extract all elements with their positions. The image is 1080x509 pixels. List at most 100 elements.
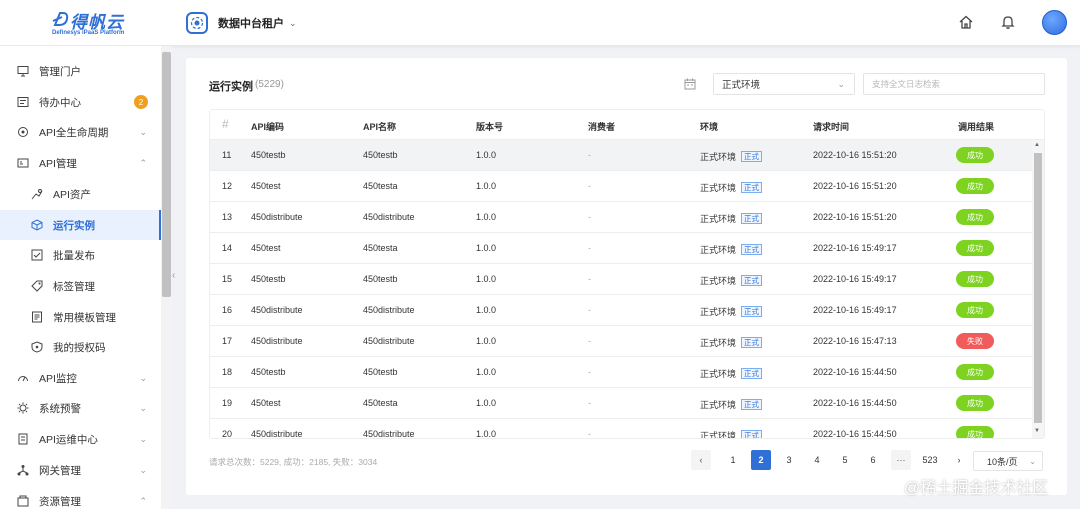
- sidebar-item-api-monitor[interactable]: API监控 ⌄: [0, 363, 161, 393]
- logo[interactable]: 得帆云 Definesys iPaaS Platform: [52, 8, 152, 40]
- page-button[interactable]: 5: [835, 450, 855, 470]
- main-panel: 运行实例 (5229) 正式环境 ⌄ # API编码 API名称 版本号 消费者…: [186, 58, 1067, 495]
- todo-icon: [17, 97, 29, 107]
- cell-consumer: -: [588, 181, 591, 191]
- next-page-button[interactable]: ›: [949, 450, 969, 470]
- more-pages-button[interactable]: ···: [891, 450, 911, 470]
- sidebar-item-gateway[interactable]: 网关管理 ⌄: [0, 455, 161, 485]
- table-header: # API编码 API名称 版本号 消费者 环境 请求时间 调用结果: [210, 110, 1044, 140]
- sidebar-item-portal[interactable]: 管理门户: [0, 56, 161, 86]
- page-button[interactable]: 1: [723, 450, 743, 470]
- cell-index-text: 18: [222, 367, 233, 377]
- result-success-badge: 成功: [956, 147, 994, 163]
- cell-consumer: -: [588, 398, 591, 408]
- sidebar-item-template-management[interactable]: 常用模板管理: [0, 302, 161, 332]
- cell-environment: 正式环境 正式: [700, 367, 763, 380]
- page-size-select[interactable]: 10条/页 ⌄: [973, 451, 1043, 471]
- cell-version: 1.0.0: [476, 150, 496, 160]
- cell-api-name-text: 450testa: [363, 398, 398, 408]
- table-row[interactable]: 20 450distribute 450distribute 1.0.0 - 正式环境 正式…: [210, 419, 1032, 439]
- page-button-current[interactable]: 2: [751, 450, 771, 470]
- cell-request-time: 2022-10-16 15:49:17: [813, 243, 897, 253]
- sidebar-item-api-ops[interactable]: API运维中心 ⌄: [0, 424, 161, 454]
- cell-consumer: -: [588, 243, 591, 253]
- tenant-switcher[interactable]: 数据中台租户 ⌄: [186, 12, 297, 34]
- table-row[interactable]: 16 450distribute 450distribute 1.0.0 - 正式环境 正式…: [210, 295, 1032, 326]
- table-scrollbar-thumb[interactable]: [1034, 153, 1042, 423]
- table-row[interactable]: 13 450distribute 450distribute 1.0.0 - 正式环境 正式…: [210, 202, 1032, 233]
- result-success-badge: 成功: [956, 271, 994, 287]
- calendar-icon[interactable]: [684, 78, 696, 90]
- cell-consumer: -: [588, 429, 591, 439]
- table-row[interactable]: 12 450test 450testa 1.0.0 - 正式环境 正式 2022-10-16 …: [210, 171, 1032, 202]
- cell-request-time-text: 2022-10-16 15:51:20: [813, 212, 897, 222]
- collapse-sidebar-icon[interactable]: ‹: [172, 270, 175, 281]
- scroll-up-icon[interactable]: ▲: [1034, 142, 1040, 148]
- sidebar-item-running-instances[interactable]: 运行实例: [0, 210, 161, 240]
- table-row[interactable]: 18 450testb 450testb 1.0.0 - 正式环境 正式 2022-10-16…: [210, 357, 1032, 388]
- table-row[interactable]: 14 450test 450testa 1.0.0 - 正式环境 正式 2022-10-16 …: [210, 233, 1032, 264]
- sidebar-item-resource[interactable]: 资源管理 ⌃: [0, 486, 161, 509]
- top-header: 得帆云 Definesys iPaaS Platform 数据中台租户 ⌄: [0, 0, 1080, 46]
- cell-index-text: 17: [222, 336, 233, 346]
- cell-api-code: 450distribute: [251, 336, 303, 346]
- cell-api-name-text: 450testa: [363, 243, 398, 253]
- environment-select[interactable]: 正式环境 ⌄: [713, 73, 855, 95]
- sidebar-item-label: 系统预警: [39, 402, 81, 415]
- cell-environment: 正式环境 正式: [700, 181, 763, 194]
- cell-version: 1.0.0: [476, 429, 496, 438]
- cell-api-code-text: 450distribute: [251, 429, 303, 439]
- page-button[interactable]: 6: [863, 450, 883, 470]
- avatar[interactable]: [1042, 10, 1067, 35]
- page-button[interactable]: 4: [807, 450, 827, 470]
- sidebar-item-api-management[interactable]: API管理 ⌃: [0, 148, 161, 178]
- chevron-up-icon: ⌃: [139, 157, 147, 168]
- sidebar-item-system-alert[interactable]: 系统预警 ⌄: [0, 393, 161, 423]
- sidebar-item-auth-code[interactable]: 我的授权码: [0, 332, 161, 362]
- logo-subtitle: Definesys iPaaS Platform: [52, 30, 125, 36]
- cell-index: 19: [222, 398, 232, 408]
- result-success-badge: 成功: [956, 364, 994, 380]
- sidebar-item-label: 标签管理: [53, 280, 95, 293]
- cell-request-time: 2022-10-16 15:47:13: [813, 336, 897, 346]
- page-button[interactable]: 3: [779, 450, 799, 470]
- monitor-icon: [17, 66, 29, 77]
- cell-consumer: -: [588, 212, 591, 222]
- sidebar-item-api-lifecycle[interactable]: API全生命周期 ⌄: [0, 117, 161, 147]
- scroll-down-icon[interactable]: ▼: [1034, 428, 1040, 434]
- table-row[interactable]: 17 450distribute 450distribute 1.0.0 - 正式环境 正式…: [210, 326, 1032, 357]
- cube-icon: [31, 219, 43, 231]
- env-tag: 正式: [741, 213, 763, 224]
- table-row[interactable]: 19 450test 450testa 1.0.0 - 正式环境 正式 2022-10-16 …: [210, 388, 1032, 419]
- cell-environment-text: 正式环境: [700, 214, 737, 224]
- cell-consumer-text: -: [588, 336, 591, 346]
- table-row[interactable]: 15 450testb 450testb 1.0.0 - 正式环境 正式 2022-10-16…: [210, 264, 1032, 295]
- sidebar-item-todo[interactable]: 待办中心 2: [0, 87, 161, 117]
- sidebar-item-api-assets[interactable]: API资产: [0, 179, 161, 209]
- tenant-icon: [186, 12, 208, 34]
- table-row[interactable]: 11 450testb 450testb 1.0.0 - 正式环境 正式 2022-10-16…: [210, 140, 1032, 171]
- cell-version-text: 1.0.0: [476, 274, 497, 284]
- cell-consumer-text: -: [588, 212, 591, 222]
- cell-api-code: 450test: [251, 398, 281, 408]
- home-icon[interactable]: [958, 14, 974, 30]
- cell-api-name: 450testa: [363, 181, 398, 191]
- cell-version: 1.0.0: [476, 398, 496, 408]
- cell-request-time-text: 2022-10-16 15:44:50: [813, 367, 897, 377]
- cell-request-time: 2022-10-16 15:44:50: [813, 398, 897, 408]
- log-search-input[interactable]: [863, 73, 1045, 95]
- prev-page-button[interactable]: ‹: [691, 450, 711, 470]
- sidebar-item-label: 管理门户: [39, 65, 81, 78]
- result-success-badge: 成功: [956, 395, 994, 411]
- sidebar-item-tag-management[interactable]: 标签管理: [0, 271, 161, 301]
- cell-consumer-text: -: [588, 429, 591, 439]
- bell-icon[interactable]: [1000, 14, 1016, 30]
- record-count: (5229): [255, 79, 284, 90]
- sidebar-item-batch-publish[interactable]: 批量发布: [0, 240, 161, 270]
- cell-consumer-text: -: [588, 305, 591, 315]
- chevron-up-icon: ⌃: [139, 495, 147, 506]
- sidebar-scrollbar-thumb[interactable]: [162, 52, 171, 297]
- page-button-last[interactable]: 523: [917, 450, 943, 470]
- cell-request-time-text: 2022-10-16 15:51:20: [813, 181, 897, 191]
- batch-icon: [31, 249, 43, 261]
